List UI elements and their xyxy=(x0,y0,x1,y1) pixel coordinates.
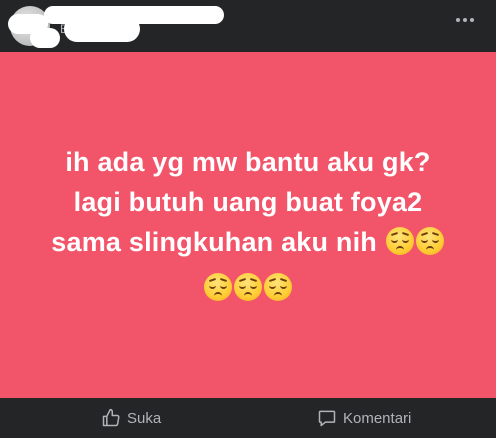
pensive-face-icon xyxy=(415,227,444,255)
redaction-blob xyxy=(88,10,128,36)
message-line-2: lagi butuh uang buat foya2 xyxy=(73,187,423,217)
message-line-1: ih ada yg mw bantu aku gk? xyxy=(65,147,431,177)
post-header: I E xyxy=(0,0,496,52)
redaction-blob xyxy=(30,28,60,48)
post-background-card: ih ada yg mw bantu aku gk? lagi butuh ua… xyxy=(0,52,496,398)
comment-button[interactable]: Komentari xyxy=(317,398,411,438)
like-button[interactable]: Suka xyxy=(101,398,161,438)
comment-label: Komentari xyxy=(343,409,412,427)
comment-icon xyxy=(318,410,336,427)
pensive-face-icon xyxy=(385,227,414,255)
like-label: Suka xyxy=(127,409,162,427)
pensive-face-icon xyxy=(234,273,262,301)
message-line-3: sama slingkuhan aku nih xyxy=(51,222,444,262)
post-actions-bar: Suka Komentari xyxy=(0,398,496,438)
pensive-face-icon xyxy=(264,273,292,301)
pensive-face-icon xyxy=(204,273,232,301)
thumbs-up-icon xyxy=(102,408,120,427)
message-line-3-text: sama slingkuhan aku nih xyxy=(51,227,377,257)
more-options-icon[interactable] xyxy=(450,10,480,30)
message-emoji-row xyxy=(203,268,293,308)
